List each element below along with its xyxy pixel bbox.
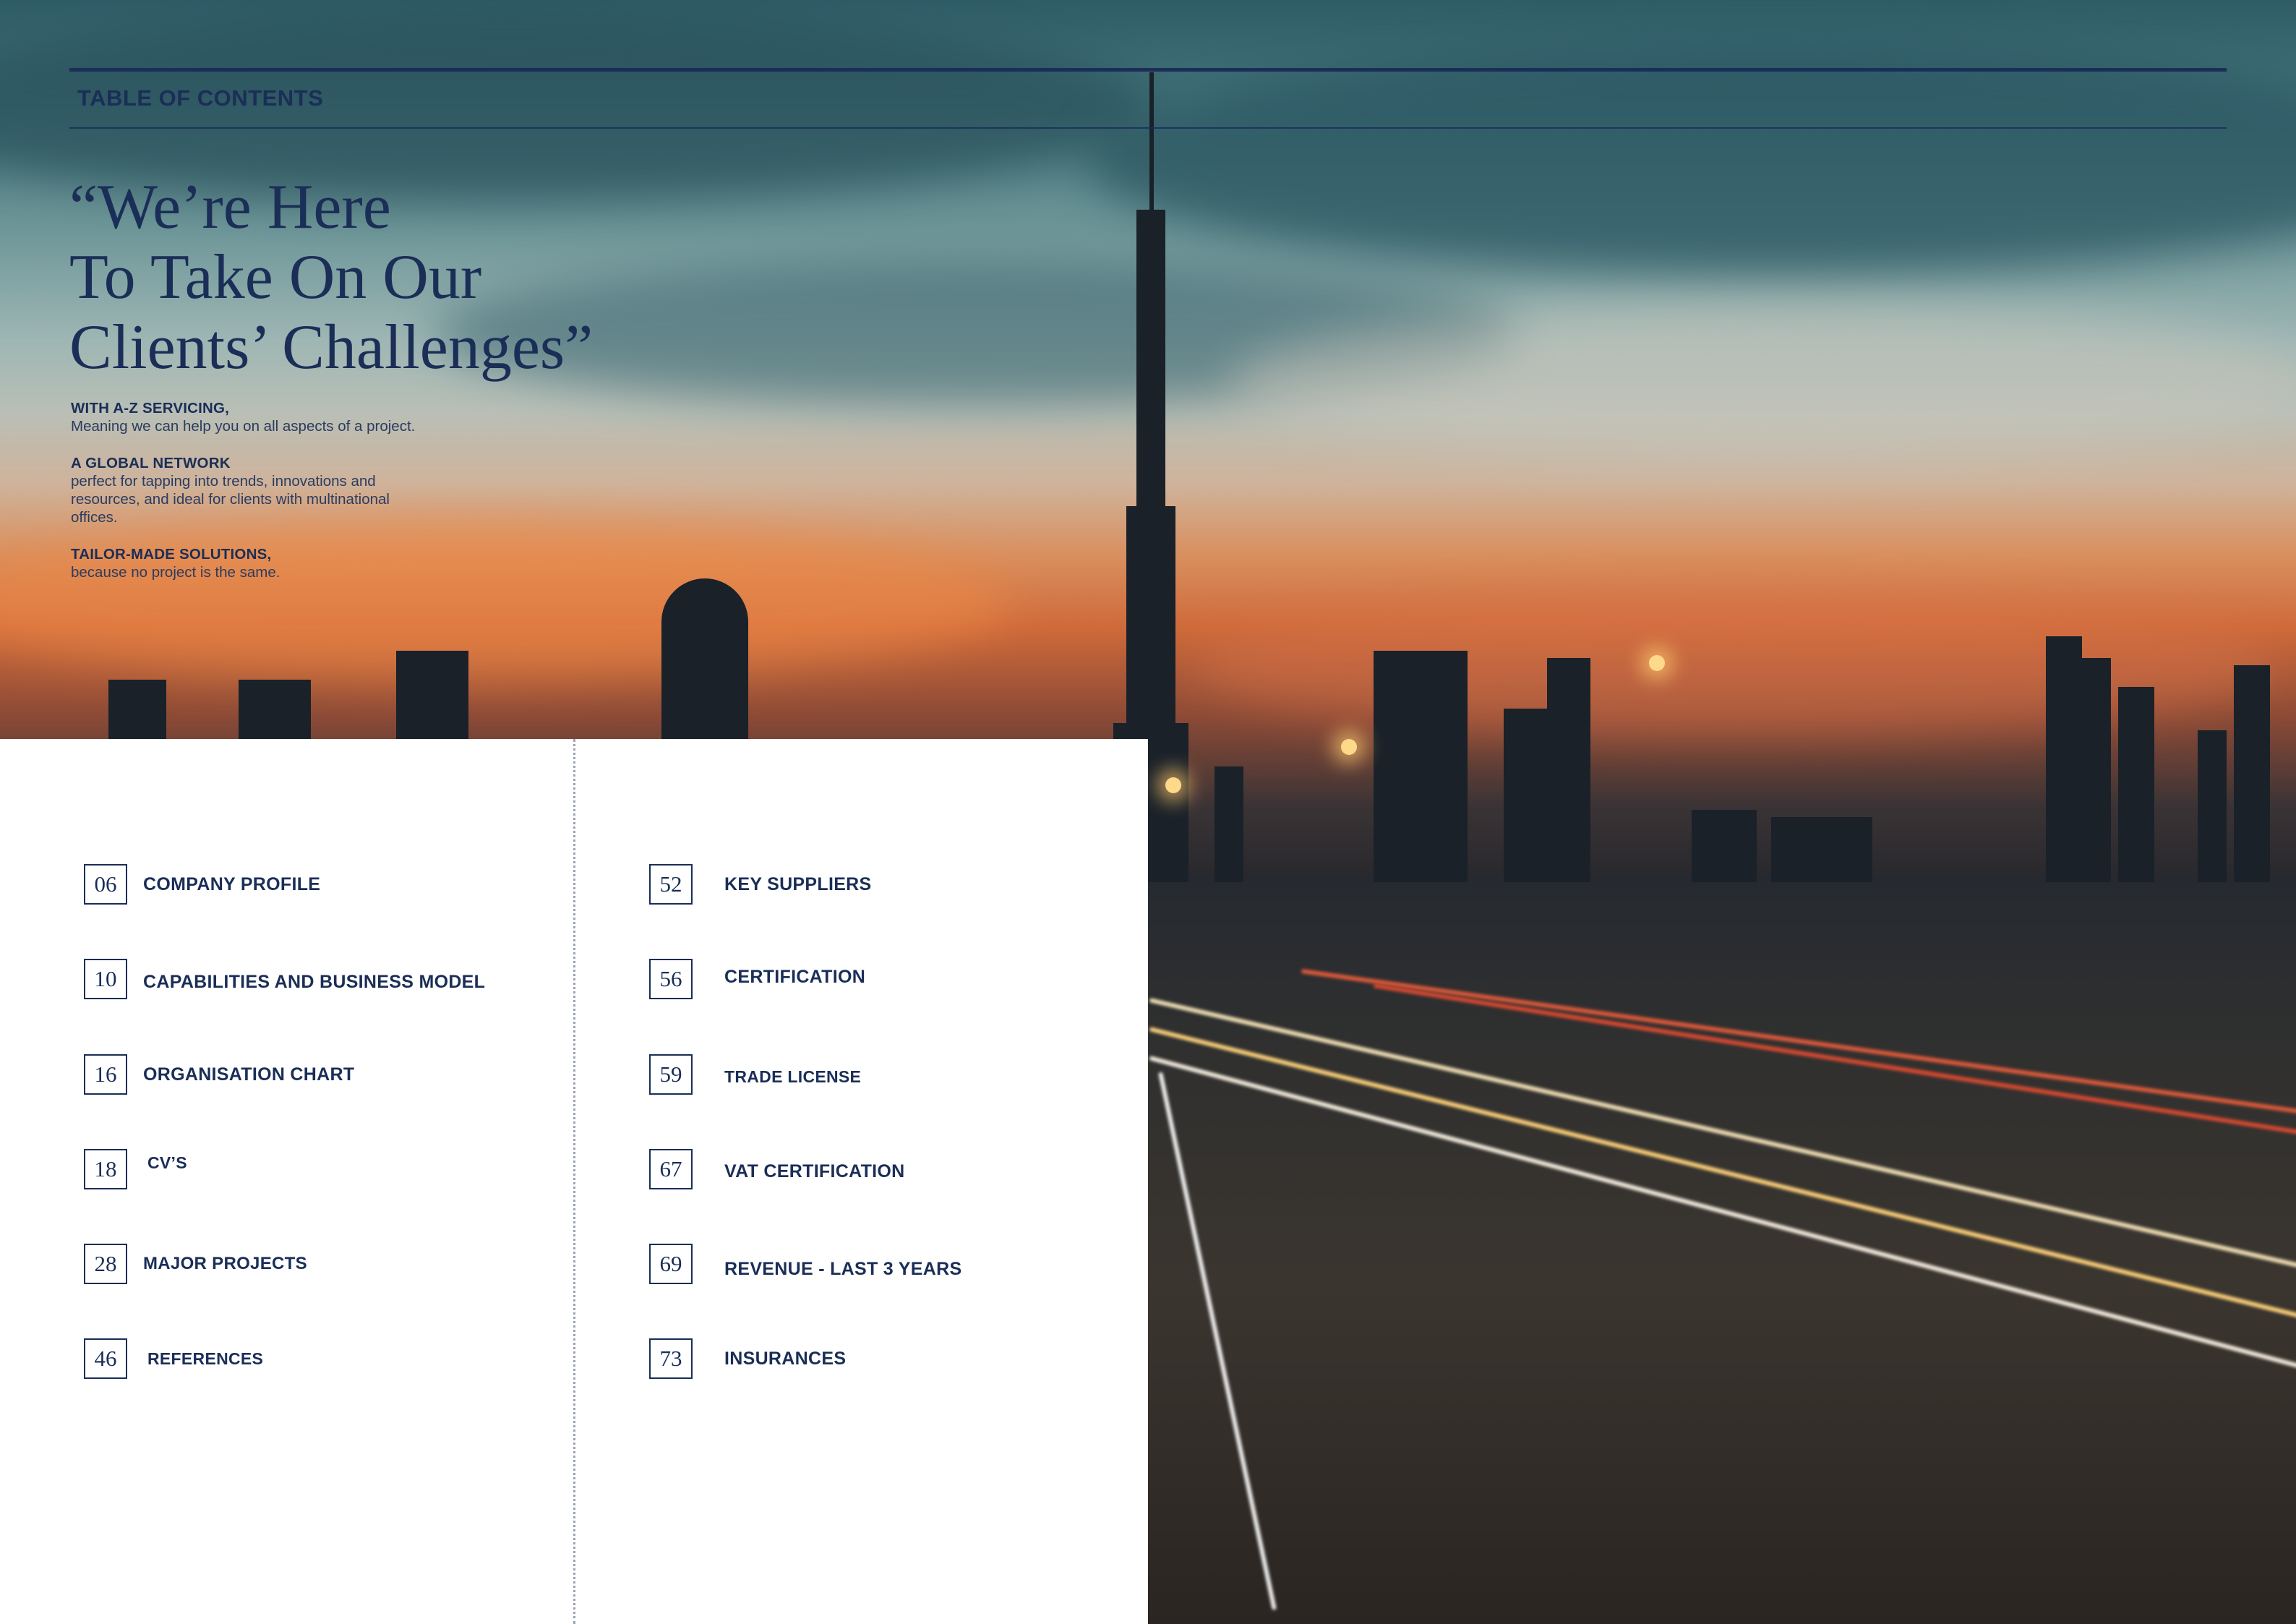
toc-entry-cvs[interactable]: 18 CV’S (84, 1149, 187, 1189)
toc-entry-label: VAT CERTIFICATION (724, 1161, 905, 1181)
page-number-box: 10 (84, 959, 127, 999)
toc-entry-references[interactable]: 46 REFERENCES (84, 1338, 263, 1379)
building (1547, 658, 1590, 882)
header-rule-top (69, 68, 2227, 72)
building (1215, 766, 1243, 882)
page-number-box: 46 (84, 1338, 127, 1379)
building (2082, 658, 2111, 882)
feature-title: A GLOBAL NETWORK (71, 455, 231, 471)
feature-description: Meaning we can help you on all aspects o… (71, 418, 416, 435)
page-number-box: 52 (649, 864, 693, 905)
tower-spire (1149, 72, 1154, 217)
toc-entry-insurances[interactable]: 73 INSURANCES (649, 1338, 846, 1379)
building (2198, 730, 2227, 882)
toc-entry-capabilities[interactable]: 10 CAPABILITIES AND BUSINESS MODEL (84, 959, 485, 999)
feature-list: WITH A-Z SERVICING, Meaning we can help … (71, 399, 476, 600)
feature-description: resources, and ideal for clients with mu… (71, 491, 390, 508)
toc-entry-label: COMPANY PROFILE (143, 873, 321, 894)
page-number-box: 73 (649, 1338, 693, 1379)
tall-tower (1126, 506, 1175, 745)
building (2118, 687, 2154, 882)
toc-entry-label: TRADE LICENSE (724, 1067, 862, 1086)
cloud (1193, 593, 2277, 738)
feature-item: WITH A-Z SERVICING, Meaning we can help … (71, 399, 476, 435)
building (1771, 817, 1872, 882)
feature-description: offices. (71, 509, 118, 526)
tall-tower (1136, 210, 1165, 513)
page-number-box: 56 (649, 959, 693, 999)
page-number-box: 28 (84, 1244, 127, 1284)
building (2234, 665, 2270, 882)
toc-entry-label: CAPABILITIES AND BUSINESS MODEL (143, 971, 486, 992)
street-lamp (1165, 777, 1181, 793)
street-lamp (1341, 739, 1357, 755)
building (1692, 810, 1757, 882)
toc-entry-label: ORGANISATION CHART (143, 1064, 355, 1085)
headline-line: “We’re Here (69, 172, 391, 242)
toc-entry-label: KEY SUPPLIERS (724, 873, 872, 894)
page-number-box: 59 (649, 1054, 693, 1095)
page-number-box: 67 (649, 1149, 693, 1189)
toc-entry-trade-license[interactable]: 59 TRADE LICENSE (649, 1054, 861, 1095)
headline-quote: “We’re Here To Take On Our Clients’ Chal… (69, 172, 593, 383)
toc-entry-revenue[interactable]: 69 REVENUE - LAST 3 YEARS (649, 1244, 961, 1284)
feature-description: perfect for tapping into trends, innovat… (71, 473, 376, 490)
toc-entry-major-projects[interactable]: 28 MAJOR PROJECTS (84, 1244, 307, 1284)
page-number-box: 18 (84, 1149, 127, 1189)
cloud (1229, 304, 2296, 463)
toc-entry-label: INSURANCES (724, 1348, 847, 1369)
toc-entry-vat-certification[interactable]: 67 VAT CERTIFICATION (649, 1149, 905, 1189)
feature-item: A GLOBAL NETWORK perfect for tapping int… (71, 454, 476, 526)
feature-title: WITH A-Z SERVICING, (71, 400, 230, 416)
feature-description: because no project is the same. (71, 564, 280, 581)
feature-item: TAILOR-MADE SOLUTIONS, because no projec… (71, 545, 476, 581)
toc-entry-certification[interactable]: 56 CERTIFICATION (649, 959, 865, 999)
toc-entry-label: REVENUE - LAST 3 YEARS (724, 1258, 962, 1279)
header-rule-bottom (69, 127, 2227, 129)
building (1374, 651, 1468, 882)
toc-entry-label: REFERENCES (147, 1349, 264, 1368)
page-number-box: 16 (84, 1054, 127, 1095)
toc-entry-label: MAJOR PROJECTS (143, 1254, 307, 1273)
column-divider (573, 739, 575, 1624)
feature-title: TAILOR-MADE SOLUTIONS, (71, 546, 272, 563)
headline-line: Clients’ Challenges” (69, 312, 594, 383)
page-number-box: 69 (649, 1244, 693, 1284)
toc-entry-label: CERTIFICATION (724, 966, 866, 987)
toc-entry-key-suppliers[interactable]: 52 KEY SUPPLIERS (649, 864, 872, 905)
toc-entry-label: CV’S (147, 1153, 187, 1172)
toc-entry-company-profile[interactable]: 06 COMPANY PROFILE (84, 864, 320, 905)
building (2046, 636, 2082, 882)
section-title: TABLE OF CONTENTS (77, 85, 324, 111)
headline-line: To Take On Our (69, 242, 482, 312)
street-lamp (1649, 655, 1665, 671)
toc-entry-organisation-chart[interactable]: 16 ORGANISATION CHART (84, 1054, 354, 1095)
page-number-box: 06 (84, 864, 127, 905)
